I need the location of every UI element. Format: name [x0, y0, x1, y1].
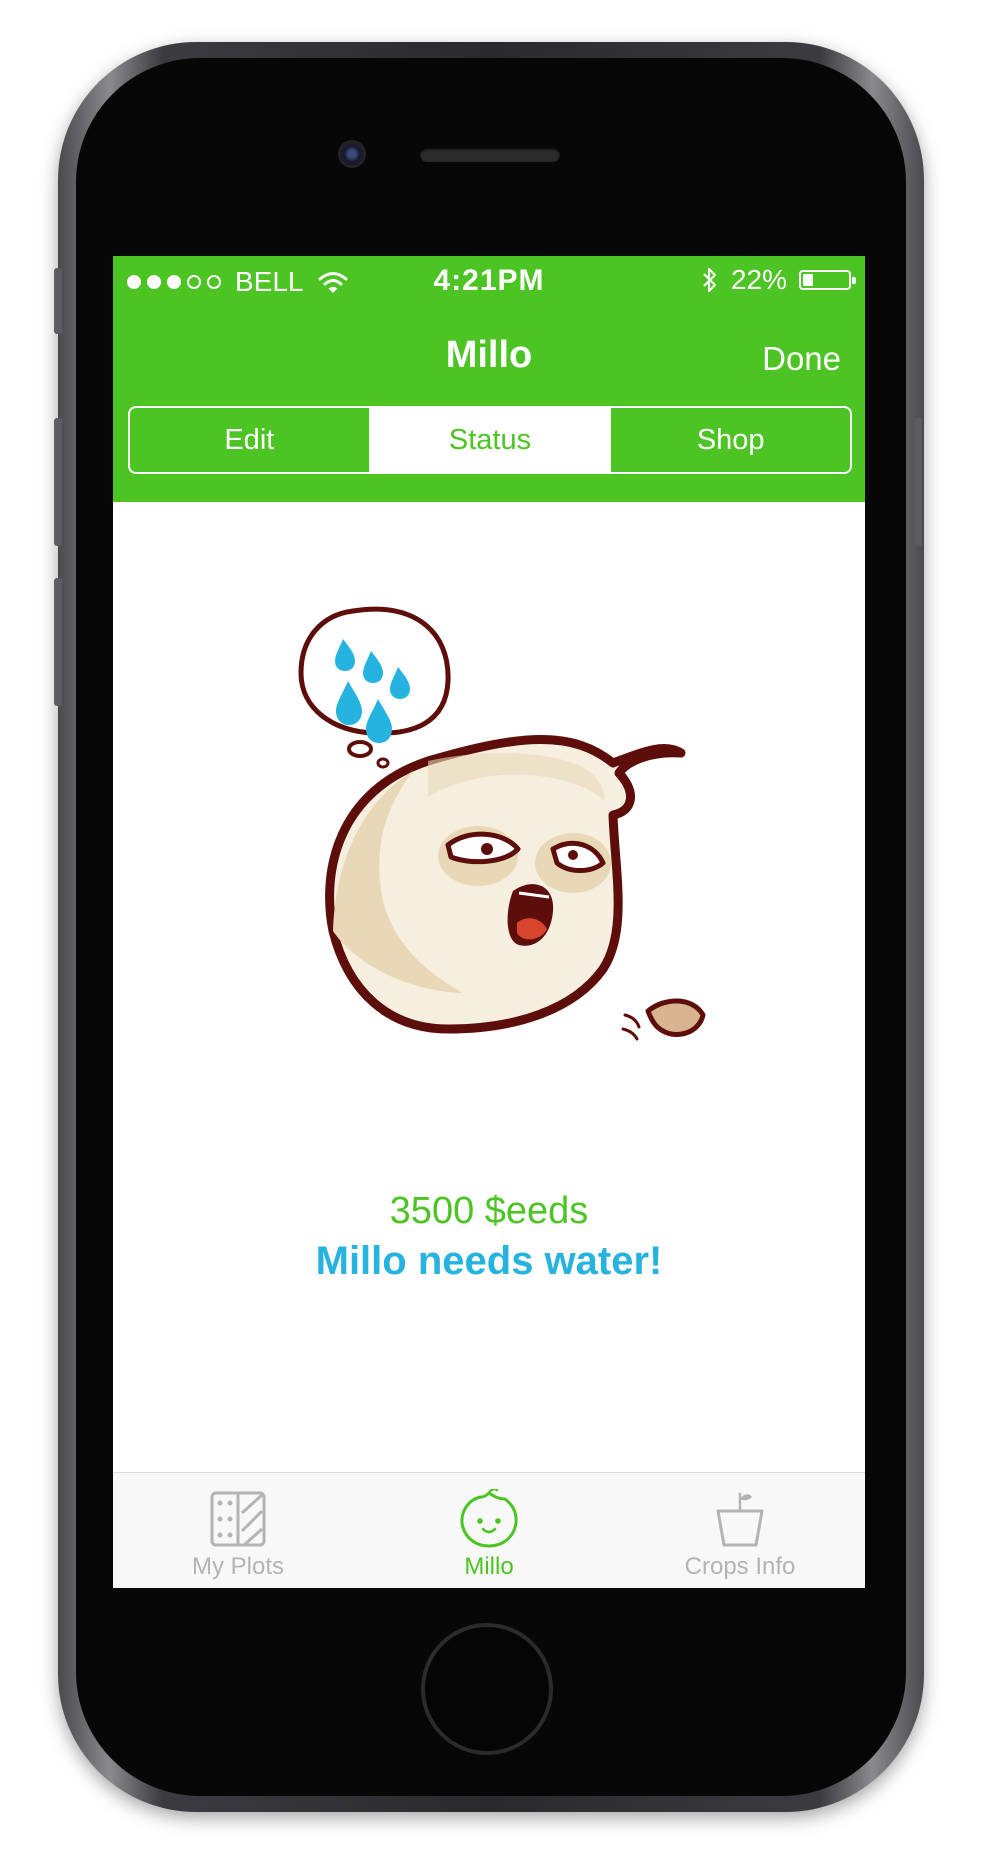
volume-down-button [54, 578, 62, 706]
home-button[interactable] [421, 1623, 553, 1755]
app-screen: BELL 4:21PM 22% Millo Done Edit Status S… [113, 256, 865, 1588]
cup-sprout-icon [716, 1493, 764, 1547]
plots-icon [210, 1491, 266, 1547]
earpiece-speaker [420, 148, 560, 162]
status-right: 22% [701, 264, 856, 296]
plant-status-message: Millo needs water! [315, 1239, 663, 1283]
mute-switch [54, 268, 62, 334]
tab-crops-info[interactable]: Crops Info [615, 1473, 865, 1588]
battery-fill [803, 274, 813, 286]
bluetooth-icon [703, 268, 716, 292]
segment-status[interactable]: Status [368, 408, 610, 472]
done-button[interactable]: Done [762, 340, 841, 378]
volume-up-button [54, 418, 62, 546]
power-button [914, 418, 922, 546]
segment-edit[interactable]: Edit [130, 408, 369, 472]
tab-label: My Plots [191, 1553, 284, 1580]
battery-icon [799, 270, 856, 290]
falling-leaf-icon [621, 998, 706, 1041]
tab-label: Crops Info [684, 1553, 796, 1580]
millo-body [325, 735, 686, 1034]
millo-face-icon [460, 1489, 518, 1548]
battery-tip [852, 277, 856, 284]
segment-shop[interactable]: Shop [609, 408, 850, 472]
millo-thirsty-illustration [298, 606, 706, 1041]
battery-percent: 22% [730, 264, 787, 295]
seeds-price: 3500 $eeds [389, 1190, 589, 1232]
tab-millo[interactable]: Millo [364, 1473, 614, 1588]
front-camera [338, 140, 366, 168]
nav-title: Millo [445, 334, 533, 376]
thought-bubble [298, 606, 451, 769]
tab-my-plots[interactable]: My Plots [113, 1473, 363, 1588]
nav-header: BELL 4:21PM 22% Millo Done Edit Status S… [113, 256, 865, 502]
status-bar: BELL 4:21PM 22% [113, 256, 865, 306]
tab-bar: My Plots Millo Crops Info [113, 1472, 865, 1588]
tab-label: Millo [464, 1553, 514, 1580]
segmented-control: Edit Status Shop [128, 406, 852, 474]
